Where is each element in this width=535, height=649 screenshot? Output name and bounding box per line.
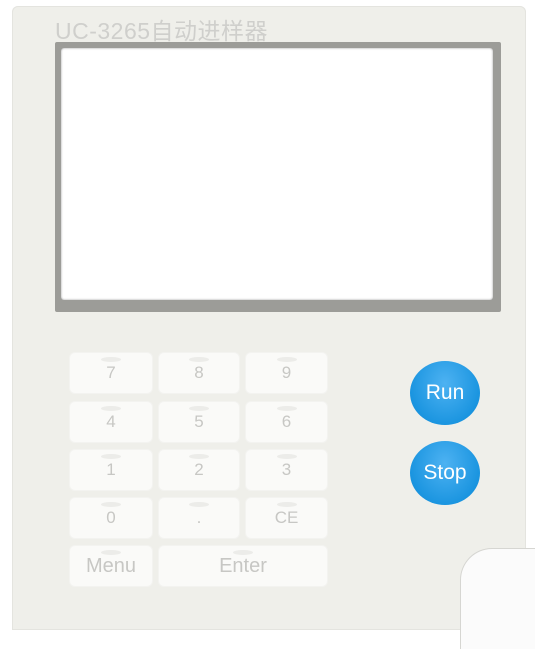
display-bezel (55, 42, 501, 312)
menu-button[interactable]: Menu (70, 546, 152, 586)
key-5[interactable]: 5 (159, 402, 239, 442)
key-0[interactable]: 0 (70, 498, 152, 538)
key-2[interactable]: 2 (159, 450, 239, 490)
faceplate-corner-cutout (460, 548, 535, 649)
key-8[interactable]: 8 (159, 353, 239, 393)
key-4[interactable]: 4 (70, 402, 152, 442)
key-6[interactable]: 6 (246, 402, 327, 442)
key-9[interactable]: 9 (246, 353, 327, 393)
stop-button[interactable]: Stop (410, 441, 480, 505)
key-3[interactable]: 3 (246, 450, 327, 490)
key-decimal-point[interactable]: . (159, 498, 239, 538)
key-1[interactable]: 1 (70, 450, 152, 490)
lcd-display (61, 48, 493, 300)
enter-button[interactable]: Enter (159, 546, 327, 586)
device-brand-label: UC-3265自动进样器 (55, 18, 269, 44)
run-button[interactable]: Run (410, 361, 480, 425)
key-clear-entry[interactable]: CE (246, 498, 327, 538)
key-7[interactable]: 7 (70, 353, 152, 393)
